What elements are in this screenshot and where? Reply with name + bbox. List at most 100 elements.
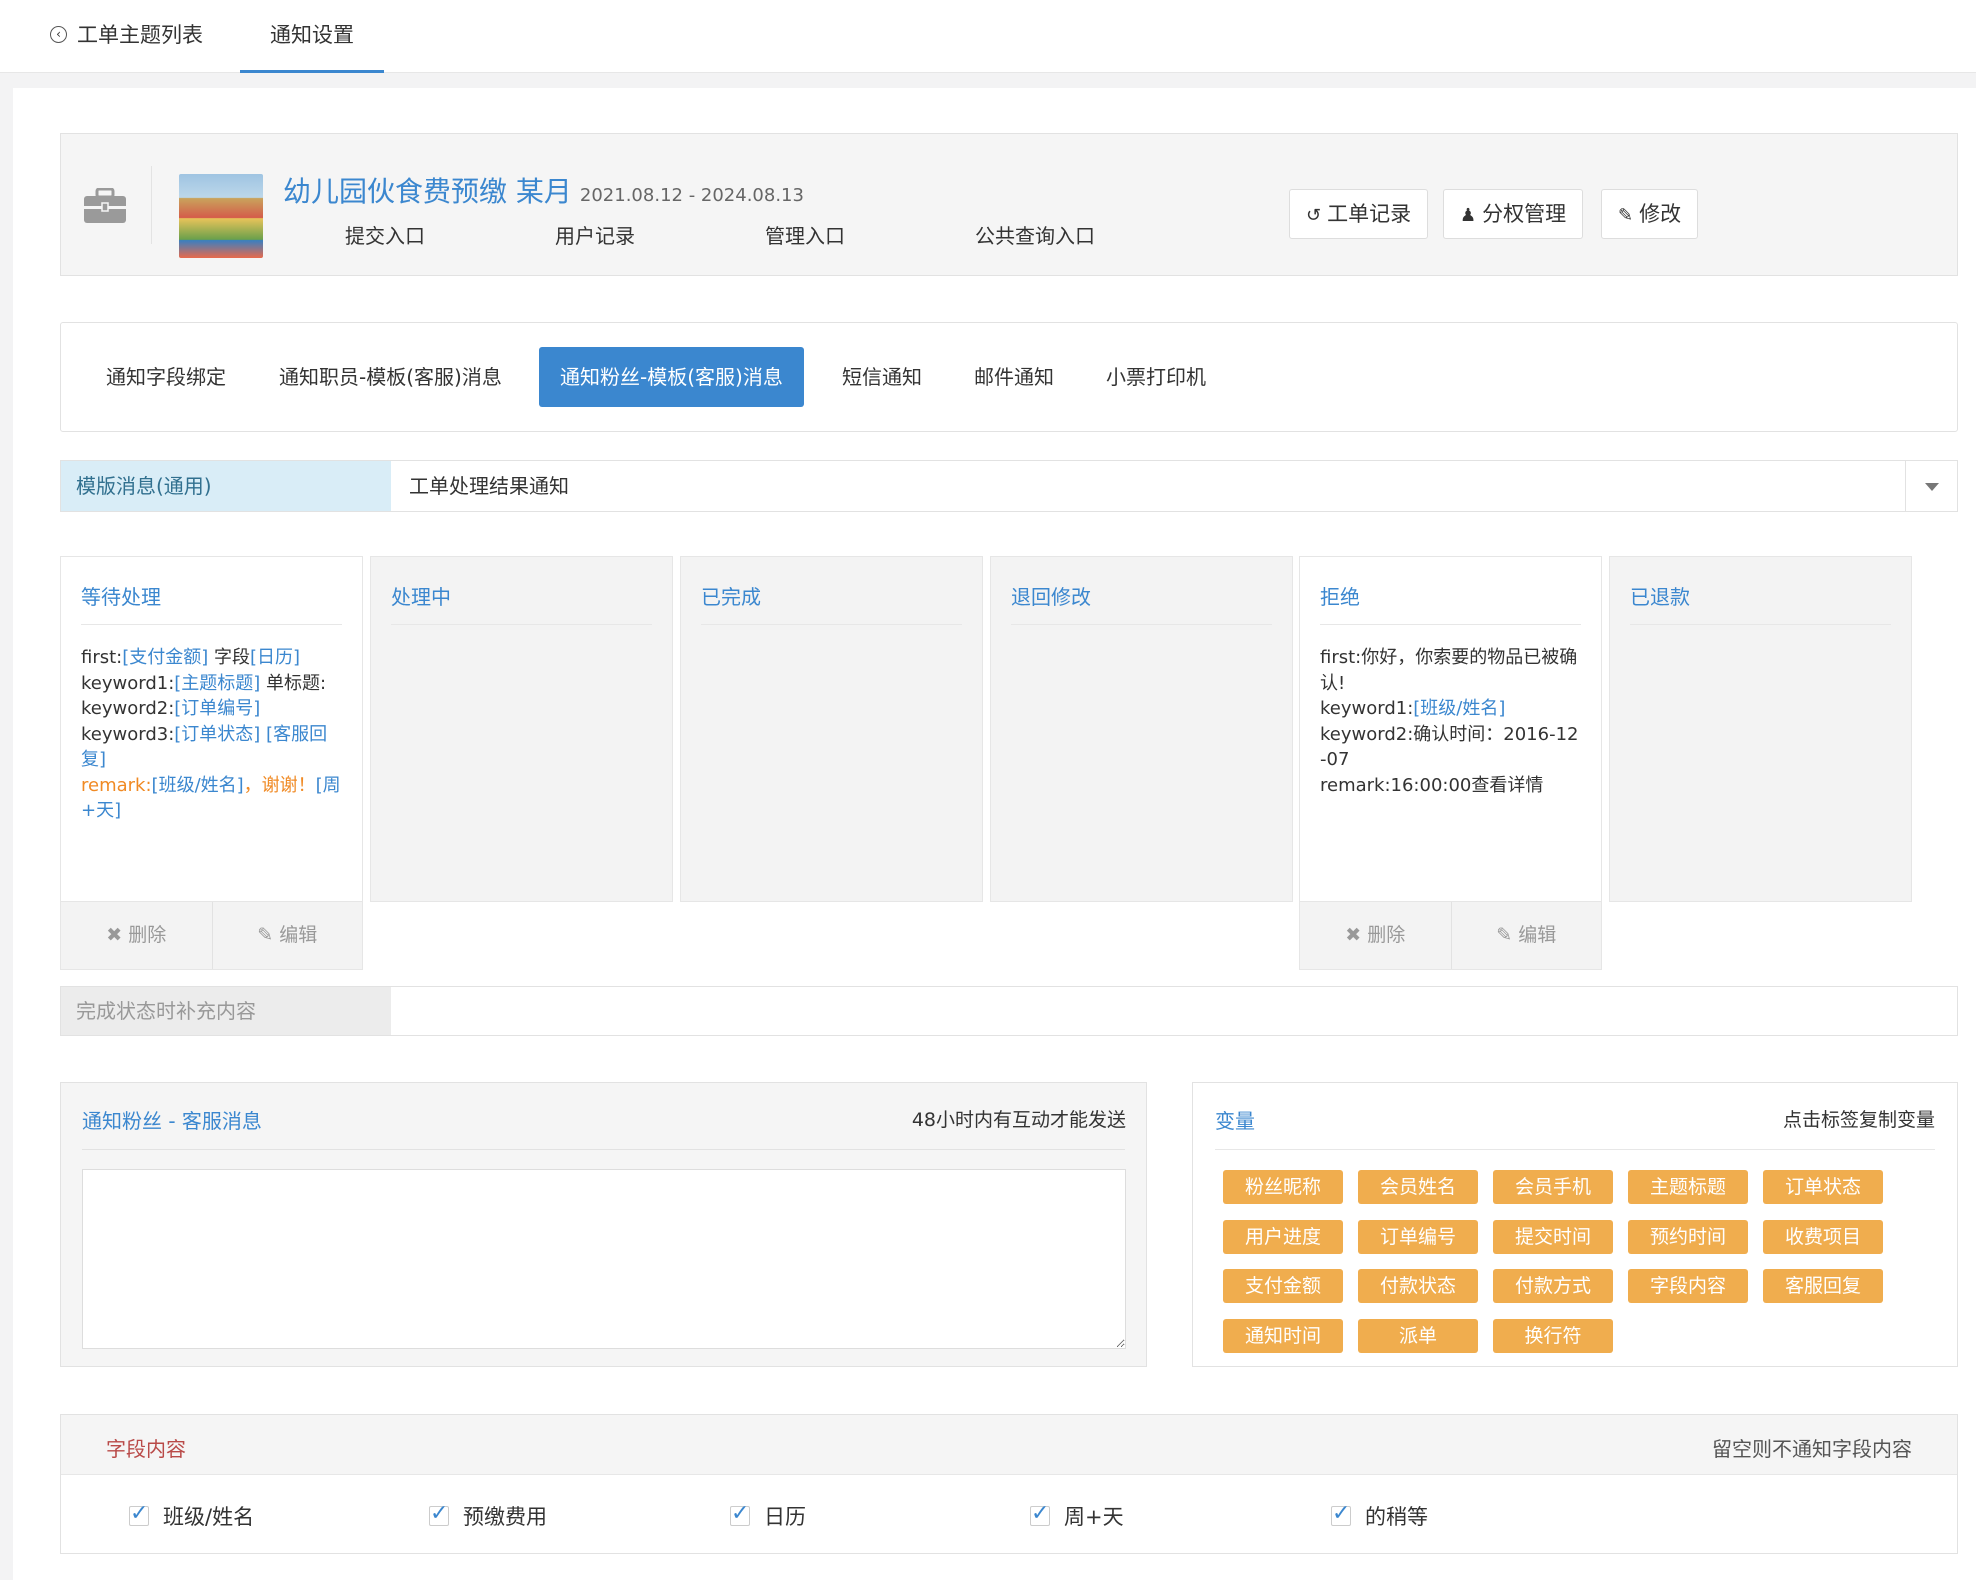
records-button[interactable]: ↺ 工单记录 [1289,189,1429,239]
tab-receipt-printer[interactable]: 小票打印机 [1106,347,1206,407]
edit-label: 编辑 [279,924,318,946]
checkmark-icon[interactable]: ✓ [129,1503,149,1526]
card-divider [391,624,652,625]
edit-button[interactable]: ✎ 编辑 [211,902,363,969]
checkmark-icon[interactable]: ✓ [1331,1503,1351,1526]
variable-tag[interactable]: 支付金额 [1223,1269,1343,1303]
tab-fans-template[interactable]: 通知粉丝-模板(客服)消息 [539,347,804,407]
status-title[interactable]: 已完成 [701,581,761,610]
topic-title[interactable]: 幼儿园伙食费预缴 某月 2021.08.12 - 2024.08.13 [283,170,804,210]
message-panel-title: 通知粉丝 - 客服消息 [82,1109,262,1133]
variable-tag[interactable]: 会员姓名 [1358,1170,1478,1204]
card-divider [1320,624,1581,625]
link-admin-entry[interactable]: 管理入口 [765,220,845,249]
variable-tag[interactable]: 客服回复 [1763,1269,1883,1303]
users-icon: ♟ [1460,205,1477,226]
variable-tag[interactable]: 粉丝昵称 [1223,1170,1343,1204]
card-actions: ✖ 删除 ✎ 编辑 [1300,901,1601,969]
variable-tag[interactable]: 派单 [1358,1319,1478,1353]
delete-button[interactable]: ✖ 删除 [1300,902,1451,969]
msg-variable: [支付金额] [122,647,209,668]
topic-date-range: 2021.08.12 - 2024.08.13 [579,185,804,206]
topic-header: 幼儿园伙食费预缴 某月 2021.08.12 - 2024.08.13 提交入口 … [60,133,1958,276]
variable-tag[interactable]: 付款状态 [1358,1269,1478,1303]
field-checkbox[interactable]: ✓ 的稍等 [1331,1501,1428,1531]
field-checkbox-label: 日历 [764,1505,806,1529]
status-title[interactable]: 处理中 [391,581,451,610]
card-divider [1011,624,1272,625]
template-select-value[interactable]: 工单处理结果通知 [409,461,569,511]
status-title: 等待处理 [81,585,161,609]
variable-tag[interactable]: 收费项目 [1763,1220,1883,1254]
edit-topic-button-label: 修改 [1639,202,1682,226]
chevron-down-icon[interactable] [1905,461,1957,511]
tab-notification-settings[interactable]: 通知设置 [240,0,384,73]
field-checkbox[interactable]: ✓ 预缴费用 [429,1501,547,1531]
tab-back-label: 工单主题列表 [77,23,203,47]
msg-variable: [日历] [250,647,301,668]
msg-text: first: [81,647,123,668]
message-textarea[interactable] [82,1169,1126,1349]
msg-text: keyword1: [81,672,175,694]
status-card-returned: 退回修改 [990,556,1293,902]
checkmark-icon[interactable]: ✓ [730,1503,750,1526]
variable-tag[interactable]: 换行符 [1493,1319,1613,1353]
template-select-row[interactable]: 模版消息(通用) 工单处理结果通知 [60,460,1958,512]
msg-variable: [订单编号] [174,698,261,719]
tab-sms[interactable]: 短信通知 [842,347,922,407]
edit-topic-button[interactable]: ✎ 修改 [1601,189,1699,239]
variable-tag[interactable]: 主题标题 [1628,1170,1748,1204]
field-checkbox-label: 预缴费用 [463,1505,547,1529]
field-checkbox-label: 的稍等 [1365,1505,1428,1529]
status-title[interactable]: 退回修改 [1011,581,1091,610]
edit-button[interactable]: ✎ 编辑 [1450,902,1602,969]
msg-text: remark: [81,774,152,796]
back-circle-icon: ‹ [50,25,67,43]
notify-tabs: 通知字段绑定 通知职员-模板(客服)消息 通知粉丝-模板(客服)消息 短信通知 … [60,322,1958,432]
field-checkbox[interactable]: ✓ 日历 [730,1501,806,1531]
supplement-input[interactable] [391,987,1957,1035]
card-actions: ✖ 删除 ✎ 编辑 [61,901,362,969]
variable-tag[interactable]: 会员手机 [1493,1170,1613,1204]
variable-tag[interactable]: 提交时间 [1493,1220,1613,1254]
field-content-note: 留空则不通知字段内容 [1712,1437,1912,1461]
header-divider [151,166,152,244]
variable-tag[interactable]: 付款方式 [1493,1269,1613,1303]
variable-tag[interactable]: 字段内容 [1628,1269,1748,1303]
panel-divider [82,1149,1125,1150]
delete-button[interactable]: ✖ 删除 [61,902,212,969]
tab-staff-template[interactable]: 通知职员-模板(客服)消息 [279,347,502,407]
msg-text: ，谢谢！ [243,774,316,796]
checkmark-icon[interactable]: ✓ [1030,1503,1050,1526]
tab-back-to-list[interactable]: ‹ 工单主题列表 [50,0,203,73]
field-checkbox-label: 周+天 [1064,1505,1124,1529]
top-nav: ‹ 工单主题列表 通知设置 [0,0,1976,73]
status-card-rejected: 拒绝 first:你好，你索要的物品已被确认! keyword1:[班级/姓名]… [1299,556,1602,970]
status-message-content: first:[支付金额] 字段[日历] keyword1:[主题标题] 单标题:… [81,645,342,824]
status-card-pending: 等待处理 first:[支付金额] 字段[日历] keyword1:[主题标题]… [60,556,363,970]
checkmark-icon[interactable]: ✓ [429,1503,449,1526]
tab-field-binding[interactable]: 通知字段绑定 [106,347,226,407]
permission-button[interactable]: ♟ 分权管理 [1443,189,1584,239]
history-icon: ↺ [1306,205,1322,226]
status-card-completed: 已完成 [680,556,983,902]
close-icon: ✖ [106,924,129,946]
link-submit-entry[interactable]: 提交入口 [345,220,425,249]
field-content-title: 字段内容 [106,1437,186,1461]
status-title[interactable]: 已退款 [1630,581,1690,610]
field-content-header: 字段内容 留空则不通知字段内容 [61,1415,1957,1475]
link-public-query[interactable]: 公共查询入口 [975,220,1095,249]
msg-text: keyword1: [1320,698,1414,719]
variable-tag[interactable]: 预约时间 [1628,1220,1748,1254]
link-user-records[interactable]: 用户记录 [555,220,635,249]
variable-tag[interactable]: 用户进度 [1223,1220,1343,1254]
variable-tag[interactable]: 订单编号 [1358,1220,1478,1254]
field-checkbox[interactable]: ✓ 周+天 [1030,1501,1124,1531]
topic-thumbnail [179,174,263,258]
variable-tag[interactable]: 订单状态 [1763,1170,1883,1204]
variable-tag[interactable]: 通知时间 [1223,1319,1343,1353]
field-checkbox-label: 班级/姓名 [163,1505,255,1529]
edit-icon: ✎ [1618,205,1634,226]
tab-email[interactable]: 邮件通知 [974,347,1054,407]
field-checkbox[interactable]: ✓ 班级/姓名 [129,1501,254,1531]
